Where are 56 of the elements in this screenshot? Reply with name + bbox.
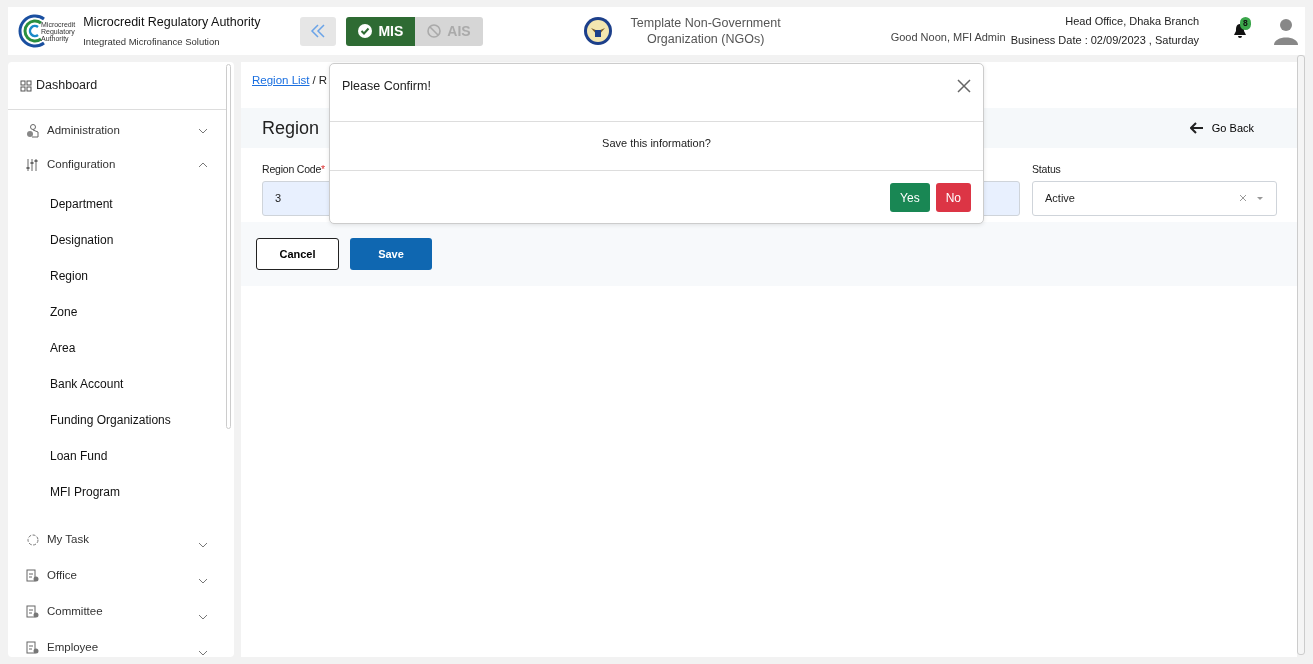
caret-down-icon[interactable] (1256, 195, 1264, 202)
loading-circle-icon (26, 533, 39, 547)
page-title: Region (262, 116, 320, 140)
arrow-left-icon (1189, 122, 1204, 134)
close-button[interactable] (957, 77, 971, 95)
go-back-button[interactable]: Go Back (1189, 119, 1276, 137)
modal-message: Save this information? (602, 136, 711, 151)
sidebar-item[interactable]: Office (8, 558, 226, 594)
grid-icon (20, 79, 32, 92)
document-icon (26, 605, 39, 619)
greeting-text: Good Noon, MFI Admin (890, 29, 1006, 45)
breadcrumb-link[interactable]: Region List (252, 72, 310, 90)
sidebar-subitem[interactable]: Funding Organizations (8, 402, 234, 438)
blocked-icon (427, 24, 442, 38)
close-icon (957, 79, 971, 93)
branch-name: Head Office, Dhaka Branch (1064, 14, 1199, 29)
breadcrumb-current: R (318, 73, 328, 89)
clear-icon[interactable] (1239, 194, 1247, 203)
notification-badge: 8 (1240, 17, 1251, 30)
modal-title: Please Confirm! (342, 78, 431, 95)
sidebar-subitem[interactable]: Bank Account (8, 366, 234, 402)
app-title: Microcredit Regulatory Authority (83, 13, 261, 31)
user-group-icon (26, 124, 39, 138)
status-select[interactable]: Active (1032, 180, 1277, 216)
emblem-icon (582, 16, 613, 46)
scrollbar[interactable] (1297, 55, 1305, 655)
sidebar-item[interactable]: Committee (8, 594, 226, 630)
organization-name: Template Non-Government Organization (NGOs) (629, 15, 782, 47)
user-avatar-icon[interactable] (1273, 17, 1299, 45)
save-button[interactable]: Save (350, 237, 432, 270)
sidebar-subitem[interactable]: Designation (8, 222, 234, 258)
no-button[interactable]: No (935, 183, 971, 212)
field-label: Status (1032, 162, 1062, 177)
required-mark: * (321, 163, 325, 175)
check-circle-icon (358, 24, 373, 38)
sidebar-subitem[interactable]: Area (8, 330, 234, 366)
double-chevron-icon (309, 23, 328, 39)
sidebar-item[interactable]: Employee (8, 630, 226, 657)
breadcrumb-separator: / (312, 73, 316, 89)
cancel-button[interactable]: Cancel (256, 237, 339, 270)
sidebar-subitem[interactable]: Region (8, 258, 234, 294)
sidebar-subitem[interactable]: Zone (8, 294, 234, 330)
sliders-icon (26, 158, 39, 172)
mode-tab[interactable]: MIS (346, 16, 416, 46)
collapse-button[interactable] (300, 16, 337, 46)
sidebar-item[interactable]: Configuration (8, 148, 226, 182)
document-icon (26, 641, 39, 655)
sidebar-item[interactable]: Administration (8, 114, 226, 148)
business-date: Business Date : 02/09/2023 , Saturday (1010, 33, 1199, 48)
sidebar-subitem[interactable]: Department (8, 186, 234, 222)
document-icon (26, 569, 39, 583)
yes-button[interactable]: Yes (890, 183, 930, 212)
sidebar-item[interactable]: My Task (8, 522, 226, 558)
sidebar-subitem[interactable]: Loan Fund (8, 438, 234, 474)
app-subtitle: Integrated Microfinance Solution (83, 35, 221, 50)
sidebar-subitem[interactable]: MFI Program (8, 474, 234, 510)
